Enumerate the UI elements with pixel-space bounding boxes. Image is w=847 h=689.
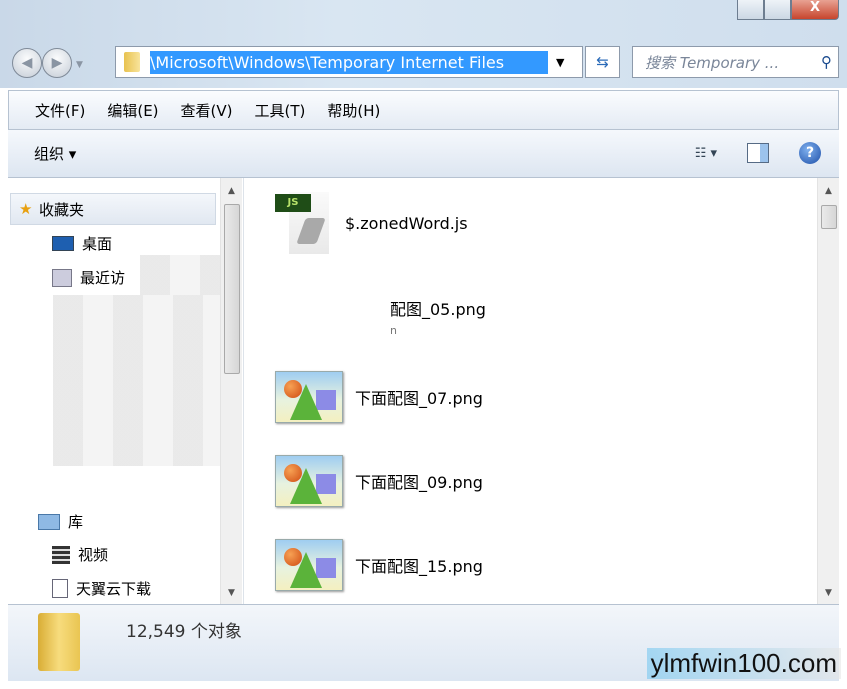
pixelated-region — [53, 295, 223, 466]
command-bar: 组织 ▾ ☷ ▾ ? — [8, 130, 839, 178]
search-input[interactable]: 搜索 Temporary ... ⚲ — [632, 46, 839, 78]
scroll-down-icon[interactable]: ▼ — [221, 588, 242, 598]
address-dropdown-icon[interactable]: ▼ — [556, 56, 564, 69]
document-icon — [52, 579, 68, 598]
refresh-icon: ⇆ — [596, 53, 609, 71]
menu-file[interactable]: 文件(F) — [35, 100, 85, 121]
address-bar[interactable]: \Microsoft\Windows\Temporary Internet Fi… — [115, 46, 583, 78]
file-list-scroll-thumb[interactable] — [821, 205, 837, 229]
item-count: 12,549 个对象 — [126, 622, 242, 642]
image-file-icon — [275, 539, 343, 591]
image-file-icon — [275, 455, 343, 507]
close-button[interactable]: X — [791, 0, 839, 20]
scroll-up-icon[interactable]: ▲ — [221, 186, 242, 196]
scroll-up-icon[interactable]: ▲ — [818, 186, 839, 196]
recent-places-icon — [52, 268, 72, 287]
help-icon[interactable]: ? — [799, 142, 821, 164]
image-file-icon — [275, 371, 343, 423]
file-list-scrollbar[interactable]: ▲ ▼ — [817, 178, 839, 604]
sidebar-item-desktop[interactable]: 桌面 — [52, 233, 112, 254]
sidebar-item-favorites[interactable]: ★ 收藏夹 — [10, 193, 216, 225]
file-item[interactable]: 下面配图_09.png — [275, 455, 483, 507]
preview-pane-icon[interactable] — [747, 143, 769, 163]
forward-button[interactable]: ▶ — [42, 48, 72, 78]
pixelated-region — [140, 255, 223, 295]
organize-button[interactable]: 组织 ▾ — [34, 143, 76, 164]
watermark: ylmfwin100.com — [646, 648, 841, 679]
library-icon — [38, 513, 60, 530]
refresh-button[interactable]: ⇆ — [585, 46, 620, 78]
menu-edit[interactable]: 编辑(E) — [107, 100, 158, 121]
title-bar: X ◀ ▶ ▼ \Microsoft\Windows\Temporary Int… — [0, 0, 847, 88]
address-path[interactable]: \Microsoft\Windows\Temporary Internet Fi… — [150, 50, 548, 74]
sidebar-item-library[interactable]: 库 — [38, 511, 83, 532]
sidebar-item-recent[interactable]: 最近访 — [52, 267, 125, 288]
folder-icon — [124, 52, 140, 72]
forward-arrow-icon: ▶ — [51, 55, 63, 71]
sidebar-item-cloud-download[interactable]: 天翼云下载 — [52, 578, 151, 599]
desktop-icon — [52, 236, 74, 251]
minimize-button[interactable] — [737, 0, 764, 20]
file-list: JS $.zonedWord.js 配图_05.png n 下面配图_07.pn… — [245, 178, 817, 604]
recent-pages-dropdown[interactable]: ▼ — [76, 60, 83, 78]
menu-bar: 文件(F) 编辑(E) 查看(V) 工具(T) 帮助(H) — [8, 90, 839, 130]
sidebar-scrollbar[interactable]: ▲ ▼ — [220, 178, 242, 604]
menu-view[interactable]: 查看(V) — [181, 100, 233, 121]
sidebar-item-videos[interactable]: 视频 — [52, 544, 108, 565]
file-item[interactable]: 配图_05.png n — [390, 296, 486, 337]
back-button[interactable]: ◀ — [12, 48, 42, 78]
scroll-down-icon[interactable]: ▼ — [818, 588, 839, 598]
navigation-pane: ★ 收藏夹 桌面 最近访 库 视频 天翼云下载 ▲ ▼ — [8, 178, 244, 604]
sidebar-scroll-thumb[interactable] — [224, 204, 240, 374]
file-item[interactable]: JS $.zonedWord.js — [275, 192, 468, 254]
search-icon[interactable]: ⚲ — [821, 53, 832, 71]
back-arrow-icon: ◀ — [21, 55, 33, 71]
menu-help[interactable]: 帮助(H) — [327, 100, 380, 121]
maximize-button[interactable] — [764, 0, 791, 20]
video-icon — [52, 545, 70, 564]
file-item[interactable]: 下面配图_15.png — [275, 539, 483, 591]
file-item[interactable]: 下面配图_07.png — [275, 371, 483, 423]
folder-icon — [38, 613, 80, 671]
js-file-icon: JS — [275, 192, 333, 254]
search-placeholder: 搜索 Temporary ... — [645, 53, 780, 72]
view-options-button[interactable]: ☷ ▾ — [695, 146, 717, 161]
menu-tools[interactable]: 工具(T) — [255, 100, 306, 121]
star-icon: ★ — [19, 200, 33, 218]
